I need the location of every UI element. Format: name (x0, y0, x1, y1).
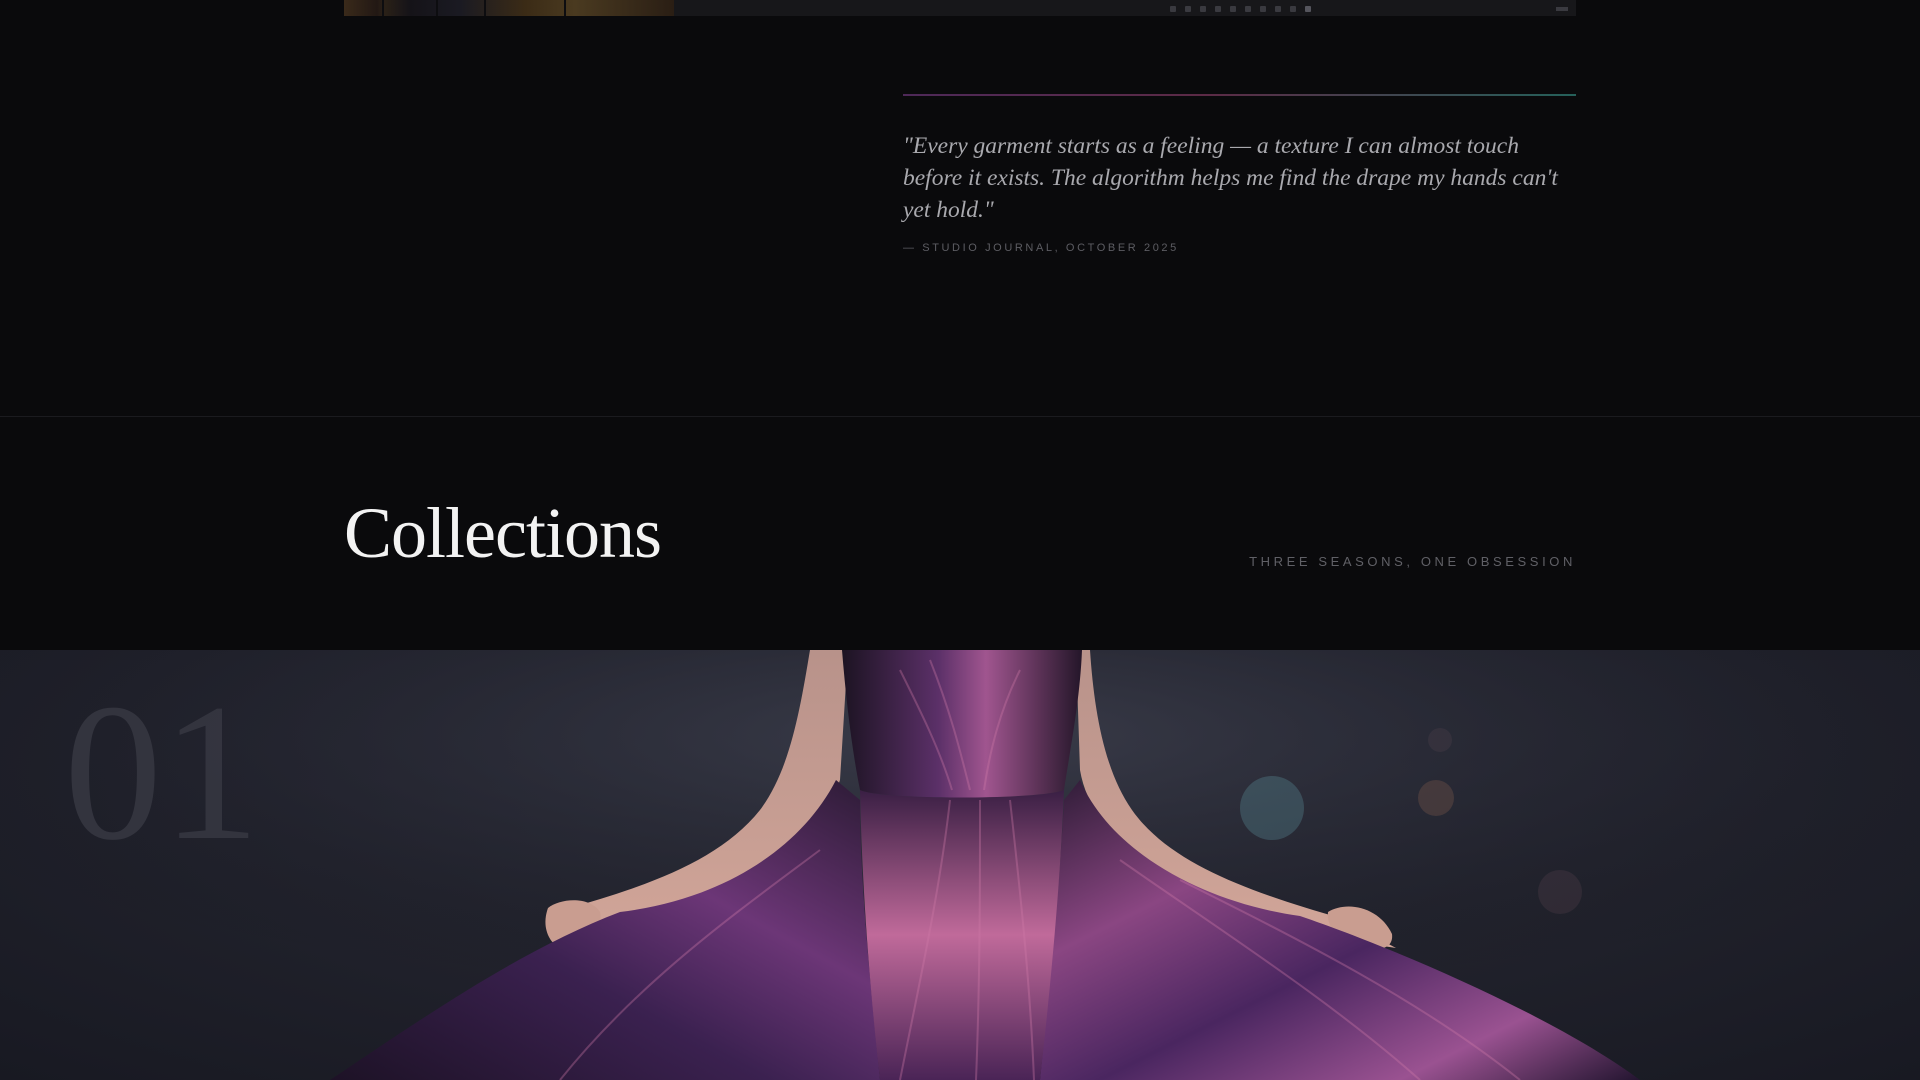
strip-corner-control[interactable] (1556, 7, 1568, 11)
carousel-dot-active[interactable] (1305, 6, 1311, 12)
collections-title: Collections (344, 493, 662, 573)
carousel-dot[interactable] (1185, 6, 1191, 12)
carousel-dot[interactable] (1260, 6, 1266, 12)
carousel-dot[interactable] (1245, 6, 1251, 12)
carousel-dots[interactable] (1170, 6, 1311, 12)
quote-gradient-rule (903, 94, 1576, 96)
purple-gown-image (0, 650, 1920, 1080)
collections-tagline: THREE SEASONS, ONE OBSESSION (1249, 554, 1576, 569)
carousel-dot[interactable] (1170, 6, 1176, 12)
quote-text: "Every garment starts as a feeling — a t… (903, 133, 1558, 223)
carousel-dot[interactable] (1275, 6, 1281, 12)
carousel-dot[interactable] (1230, 6, 1236, 12)
carousel-dot[interactable] (1215, 6, 1221, 12)
collection-hero[interactable]: 01 (0, 650, 1920, 1080)
collection-number: 01 (64, 664, 260, 881)
quote-block: "Every garment starts as a feeling — a t… (903, 94, 1576, 254)
previous-section-edge (344, 0, 1576, 16)
thumbnail-strip (344, 0, 674, 16)
carousel-dot[interactable] (1290, 6, 1296, 12)
page: "Every garment starts as a feeling — a t… (0, 0, 1920, 1080)
quote-source: — STUDIO JOURNAL, OCTOBER 2025 (903, 242, 1179, 254)
section-divider (0, 416, 1920, 417)
carousel-dot[interactable] (1200, 6, 1206, 12)
